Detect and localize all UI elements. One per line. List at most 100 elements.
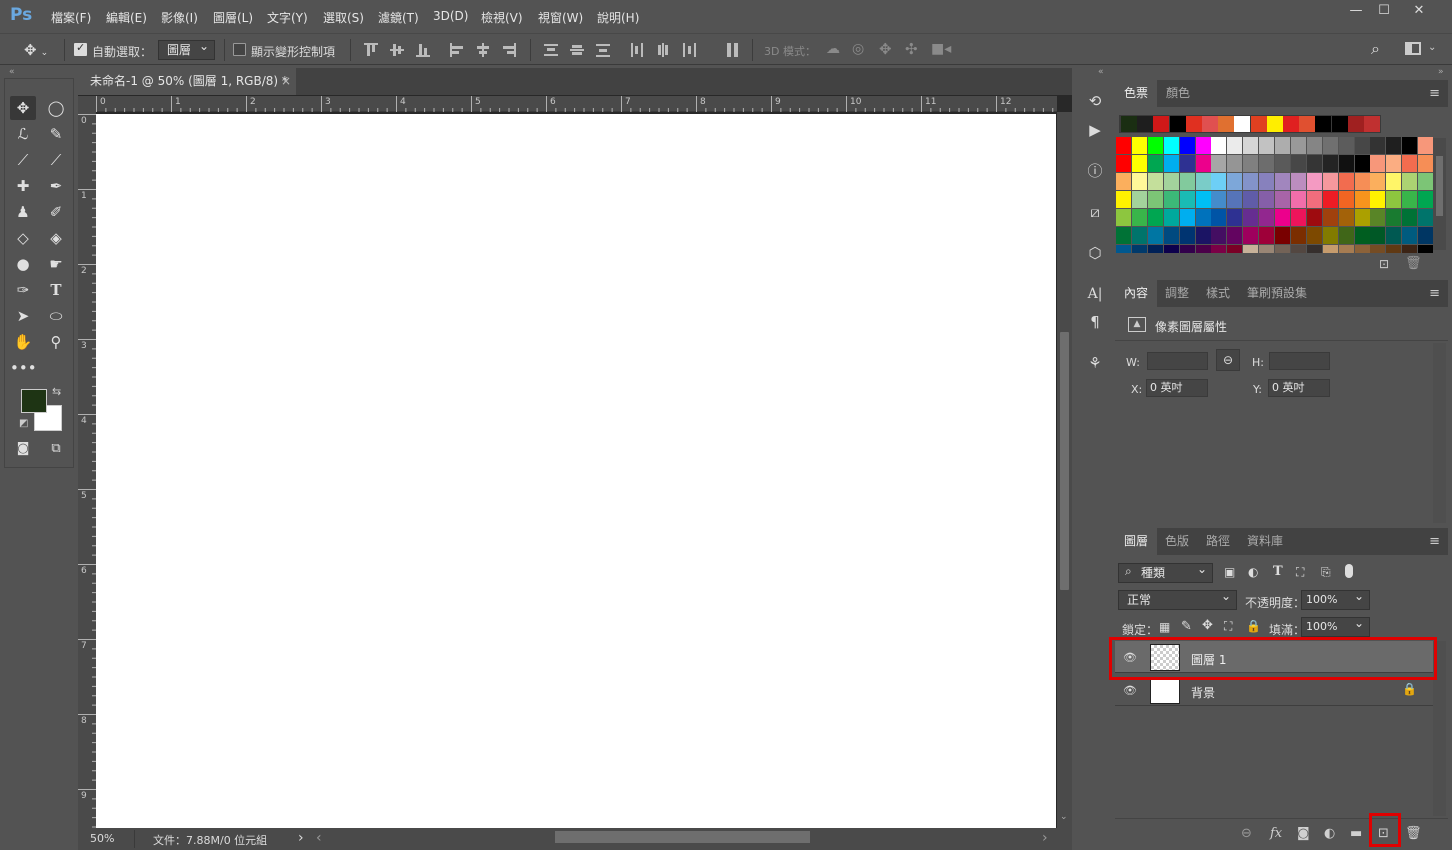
workspace-chevron-icon[interactable]: ⌄ [1428, 42, 1436, 53]
recent-swatch[interactable] [1347, 116, 1364, 132]
filter-pixel-icon[interactable]: ▣ [1224, 565, 1235, 579]
color-swatch[interactable] [1211, 209, 1227, 226]
color-swatch[interactable] [1418, 209, 1433, 226]
color-swatch[interactable] [1275, 173, 1290, 190]
clone-stamp-tool-icon[interactable]: ♟ [10, 200, 36, 224]
color-swatch[interactable] [1306, 137, 1322, 154]
color-swatch[interactable] [1402, 191, 1418, 208]
color-swatch[interactable] [1354, 245, 1370, 253]
color-swatch[interactable] [1195, 227, 1211, 244]
3d-pan-icon[interactable]: ✥ [879, 40, 892, 58]
color-swatch[interactable] [1227, 245, 1243, 253]
color-swatch[interactable] [1386, 191, 1402, 208]
crop-tool-icon[interactable]: ⟋ [10, 148, 36, 172]
color-swatch[interactable] [1354, 155, 1370, 172]
color-swatch[interactable] [1195, 245, 1211, 253]
color-swatch[interactable] [1163, 173, 1179, 190]
tab-styles[interactable]: 樣式 [1197, 280, 1239, 307]
dodge-tool-icon[interactable]: ☛ [43, 252, 69, 276]
eraser-tool-icon[interactable]: ◇ [10, 226, 36, 250]
swatches-scrollbar[interactable] [1433, 138, 1446, 250]
color-swatch[interactable] [1402, 173, 1418, 190]
menu-view[interactable]: 檢視(V) [481, 9, 523, 26]
eyedropper-tool-icon[interactable]: ⟋ [43, 148, 69, 172]
properties-panel-menu-icon[interactable]: ≡ [1429, 286, 1440, 301]
color-swatch[interactable] [1163, 245, 1179, 253]
color-swatch[interactable] [1386, 173, 1402, 190]
color-swatch[interactable] [1195, 191, 1211, 208]
tool-presets-panel-icon[interactable]: ⚘ [1084, 352, 1106, 374]
filter-shape-icon[interactable]: ⛶ [1296, 565, 1304, 580]
color-swatch[interactable] [1322, 173, 1338, 190]
color-swatch[interactable] [1211, 137, 1227, 154]
color-swatch[interactable] [1243, 209, 1259, 226]
tab-color[interactable]: 顏色 [1157, 80, 1199, 107]
align-right-icon[interactable] [502, 43, 518, 57]
color-swatch[interactable] [1195, 173, 1211, 190]
color-swatch[interactable] [1227, 209, 1243, 226]
new-swatch-icon[interactable]: ⊡ [1379, 257, 1389, 271]
status-menu-arrow-icon[interactable]: › [298, 830, 304, 846]
color-swatch[interactable] [1306, 209, 1322, 226]
color-swatch[interactable] [1418, 191, 1433, 208]
3d-scale-icon[interactable]: ■◂ [931, 41, 951, 57]
menu-file[interactable]: 檔案(F) [51, 9, 91, 26]
delete-layer-icon[interactable]: 🗑 [1405, 826, 1422, 841]
new-group-folder-icon[interactable]: ▬ [1350, 826, 1362, 841]
color-swatch[interactable] [1275, 191, 1290, 208]
search-icon[interactable]: ⌕ [1371, 39, 1380, 59]
ellipse-tool-icon[interactable]: ⬭ [43, 304, 69, 328]
color-swatch[interactable] [1370, 173, 1386, 190]
color-swatch[interactable] [1179, 227, 1195, 244]
color-swatch[interactable] [1322, 191, 1338, 208]
color-swatch[interactable] [1179, 173, 1195, 190]
collapse-panels-icon[interactable]: » [1438, 67, 1444, 77]
history-panel-icon[interactable]: ⟲ [1084, 90, 1106, 112]
zoom-level[interactable]: 50% [90, 832, 114, 845]
align-hcenter-icon[interactable] [476, 43, 492, 57]
distribute-top-icon[interactable] [544, 43, 560, 57]
color-swatch[interactable] [1386, 245, 1402, 253]
color-swatch[interactable] [1354, 227, 1370, 244]
close-button[interactable]: ✕ [1405, 2, 1433, 20]
y-input[interactable]: 0 英吋 [1268, 379, 1330, 397]
color-swatch[interactable] [1147, 227, 1163, 244]
info-panel-icon[interactable]: ⓘ [1084, 160, 1106, 182]
color-swatch[interactable] [1322, 137, 1338, 154]
type-tool-icon[interactable]: T [43, 278, 69, 302]
lock-pixels-icon[interactable]: ✎ [1181, 619, 1192, 634]
color-swatch[interactable] [1275, 137, 1290, 154]
recent-swatch[interactable] [1364, 116, 1380, 132]
move-tool-preset-icon[interactable]: ✥ ⌄ [24, 41, 48, 59]
minimize-button[interactable]: — [1342, 2, 1370, 20]
color-swatch[interactable] [1370, 245, 1386, 253]
color-swatch[interactable] [1386, 137, 1402, 154]
recent-swatch[interactable] [1121, 116, 1137, 132]
color-swatch[interactable] [1322, 245, 1338, 253]
history-brush-tool-icon[interactable]: ✐ [43, 200, 69, 224]
align-vcenter-icon[interactable] [390, 43, 406, 57]
recent-swatch[interactable] [1169, 116, 1186, 132]
filter-smart-object-icon[interactable]: ⎘ [1321, 565, 1331, 580]
distribute-left-icon[interactable] [630, 43, 646, 57]
color-swatch[interactable] [1370, 191, 1386, 208]
recent-swatch[interactable] [1250, 116, 1267, 132]
auto-select-checkbox[interactable] [74, 41, 87, 56]
color-swatch[interactable] [1275, 155, 1290, 172]
swap-colors-icon[interactable]: ⇆ [52, 385, 61, 398]
color-swatch[interactable] [1306, 227, 1322, 244]
menu-layer[interactable]: 圖層(L) [213, 9, 253, 26]
collapse-icons-icon[interactable]: « [1098, 67, 1104, 77]
tab-layers[interactable]: 圖層 [1115, 528, 1158, 555]
tab-properties[interactable]: 內容 [1115, 280, 1158, 307]
new-adjustment-layer-icon[interactable]: ◐ [1324, 826, 1335, 841]
color-swatch[interactable] [1163, 227, 1179, 244]
color-swatch[interactable] [1179, 137, 1195, 154]
color-swatch[interactable] [1116, 137, 1131, 154]
color-swatch[interactable] [1195, 137, 1211, 154]
recent-swatch[interactable] [1185, 116, 1202, 132]
color-swatch[interactable] [1322, 227, 1338, 244]
recent-swatch[interactable] [1266, 116, 1283, 132]
color-swatch[interactable] [1243, 227, 1259, 244]
color-swatch[interactable] [1259, 209, 1275, 226]
